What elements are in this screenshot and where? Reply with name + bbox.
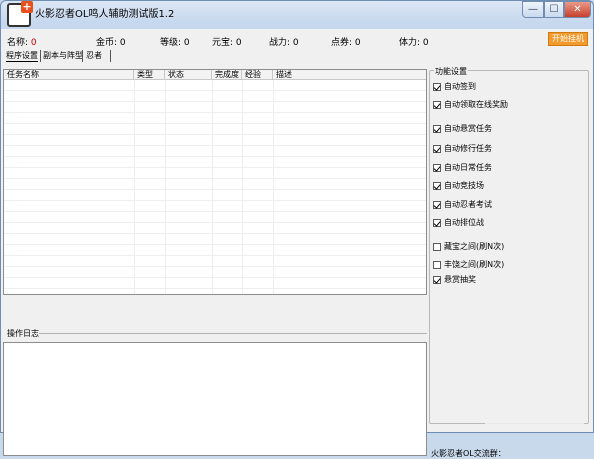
checkbox-box[interactable] [433, 275, 441, 284]
checkbox-label: 悬赏抽奖 [444, 275, 476, 284]
overlay-placeholder [485, 394, 584, 431]
feature-settings-group: 功能设置 自动签到 自动领取在线奖励 自动悬赏任务 自动修行任务 自动日常任务 [429, 66, 589, 424]
checkbox-box[interactable] [433, 260, 441, 269]
app-window: + 火影忍者OL鸣人辅助测试版1.2 — ☐ ✕ 名称: 0 金币: 0 等级:… [0, 0, 594, 458]
checkbox-treasure-room[interactable]: 藏宝之间(刷N次) [433, 241, 504, 251]
checkbox-box[interactable] [433, 82, 441, 91]
stat-name-label: 名称: [7, 38, 29, 48]
checkbox-auto-bounty[interactable]: 自动悬赏任务 [433, 123, 492, 133]
stat-level-value: 0 [183, 38, 190, 48]
close-button[interactable]: ✕ [564, 1, 591, 18]
left-pane: 任务名称 类型 状态 完成度 经验 描述 操作日志 [3, 66, 427, 456]
checkbox-label: 藏宝之间(刷N次) [444, 242, 505, 251]
stat-gold-label: 金币: [96, 38, 118, 48]
stat-stamina-value: 0 [422, 38, 429, 48]
checkbox-label: 丰饶之间(刷N次) [444, 260, 505, 269]
checkbox-box[interactable] [433, 200, 441, 209]
checkbox-box[interactable] [433, 144, 441, 153]
stat-power: 战力: 0 [269, 35, 299, 48]
checkbox-label: 自动修行任务 [444, 144, 492, 153]
stat-level: 等级: 0 [160, 35, 190, 48]
tab-program-settings[interactable]: 程序设置 [6, 50, 38, 62]
checkbox-label: 自动忍者考试 [444, 200, 492, 209]
feature-settings-title: 功能设置 [434, 66, 468, 77]
checkbox-box[interactable] [433, 218, 441, 227]
checkbox-label: 自动竞技场 [444, 181, 484, 190]
stat-name-value: 0 [30, 38, 37, 48]
column-gridline [134, 80, 135, 294]
task-table[interactable]: 任务名称 类型 状态 完成度 经验 描述 [3, 69, 427, 295]
column-header-description[interactable]: 描述 [273, 70, 426, 80]
tab-divider [40, 50, 41, 62]
plus-icon: + [21, 0, 33, 13]
checkbox-label: 自动领取在线奖励 [444, 100, 508, 109]
stat-name: 名称: 0 [7, 35, 37, 48]
checkbox-auto-signin[interactable]: 自动签到 [433, 81, 476, 91]
checkbox-bounty-lottery[interactable]: 悬赏抽奖 [433, 274, 476, 284]
column-header-status[interactable]: 状态 [165, 70, 212, 80]
checkbox-auto-ranked[interactable]: 自动排位战 [433, 217, 484, 227]
stat-yuanbao-value: 0 [235, 38, 242, 48]
log-textbox[interactable] [3, 342, 427, 456]
stat-stamina: 体力: 0 [399, 35, 429, 48]
right-pane: 功能设置 自动签到 自动领取在线奖励 自动悬赏任务 自动修行任务 自动日常任务 [429, 66, 589, 458]
tab-dungeon-formation[interactable]: 副本与阵型 [43, 50, 83, 61]
checkbox-label: 自动排位战 [444, 218, 484, 227]
app-plus-icon: + [7, 0, 33, 27]
tab-divider [82, 50, 83, 62]
checkbox-box[interactable] [433, 181, 441, 190]
column-header-type[interactable]: 类型 [134, 70, 165, 80]
column-header-task-name[interactable]: 任务名称 [4, 70, 134, 80]
stat-power-label: 战力: [269, 38, 291, 48]
task-table-body[interactable] [4, 80, 426, 294]
maximize-button[interactable]: ☐ [544, 1, 564, 18]
status-bar: 名称: 0 金币: 0 等级: 0 元宝: 0 战力: 0 点券: 0 体力: … [1, 29, 593, 49]
window-title: 火影忍者OL鸣人辅助测试版1.2 [35, 9, 175, 20]
tab-ninja[interactable]: 忍者 [86, 50, 102, 61]
stat-level-label: 等级: [160, 38, 182, 48]
checkbox-auto-ninja-exam[interactable]: 自动忍者考试 [433, 199, 492, 209]
stat-gold-value: 0 [119, 38, 126, 48]
checkbox-label: 自动日常任务 [444, 163, 492, 172]
column-gridline [165, 80, 166, 294]
minimize-button[interactable]: — [522, 1, 544, 18]
title-bar[interactable]: + 火影忍者OL鸣人辅助测试版1.2 — ☐ ✕ [1, 1, 593, 27]
checkbox-box[interactable] [433, 242, 441, 251]
qq-group-text: 火影忍者OL交流群： [431, 449, 506, 458]
checkbox-label: 自动悬赏任务 [444, 124, 492, 133]
checkbox-box[interactable] [433, 124, 441, 133]
checkbox-auto-arena[interactable]: 自动竞技场 [433, 180, 484, 190]
stat-stamina-label: 体力: [399, 38, 421, 48]
stat-yuanbao-label: 元宝: [212, 38, 234, 48]
checkbox-label: 自动签到 [444, 82, 476, 91]
stat-gold: 金币: 0 [96, 35, 126, 48]
stat-points-label: 点券: [331, 38, 353, 48]
start-button[interactable]: 开始挂机 [548, 32, 588, 46]
checkbox-auto-online-reward[interactable]: 自动领取在线奖励 [433, 99, 508, 109]
client-area: 名称: 0 金币: 0 等级: 0 元宝: 0 战力: 0 点券: 0 体力: … [1, 29, 593, 458]
column-gridline [242, 80, 243, 294]
column-header-exp[interactable]: 经验 [242, 70, 273, 80]
checkbox-auto-training[interactable]: 自动修行任务 [433, 143, 492, 153]
log-divider [39, 333, 427, 334]
stat-yuanbao: 元宝: 0 [212, 35, 242, 48]
task-table-header: 任务名称 类型 状态 完成度 经验 描述 [4, 70, 426, 80]
column-gridline [212, 80, 213, 294]
checkbox-auto-daily[interactable]: 自动日常任务 [433, 162, 492, 172]
checkbox-box[interactable] [433, 100, 441, 109]
stat-points: 点券: 0 [331, 35, 361, 48]
column-gridline [273, 80, 274, 294]
stat-points-value: 0 [354, 38, 361, 48]
column-header-progress[interactable]: 完成度 [212, 70, 242, 80]
tab-divider [110, 50, 111, 62]
log-label: 操作日志 [7, 329, 39, 338]
checkbox-box[interactable] [433, 163, 441, 172]
stat-power-value: 0 [292, 38, 299, 48]
checkbox-abundance-room[interactable]: 丰饶之间(刷N次) [433, 259, 504, 269]
